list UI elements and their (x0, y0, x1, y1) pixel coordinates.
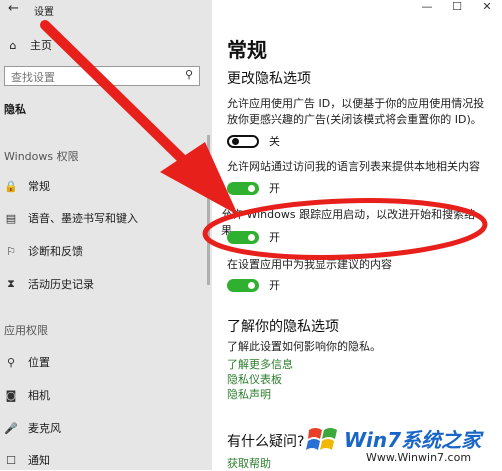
app-permissions-heading: 应用权限 (4, 324, 48, 337)
page-title: 常规 (227, 38, 267, 62)
sidebar-item-label: 常规 (28, 180, 50, 193)
search-icon[interactable]: ⚲ (185, 68, 193, 81)
windows-permissions-heading: Windows 权限 (4, 150, 79, 163)
toggle-knob (232, 137, 239, 145)
sidebar-item-home[interactable]: ⌂ 主页 (6, 37, 53, 53)
toggle-state-label: 开 (269, 182, 280, 195)
toggle-state-label: 关 (269, 135, 280, 148)
sidebar-item-label: 诊断和反馈 (28, 245, 83, 258)
section-heading-questions: 有什么疑问? (227, 434, 305, 450)
sidebar-item-diagnostics[interactable]: ⚐ 诊断和反馈 (4, 243, 83, 259)
setting-advertising-id: 关 (227, 133, 280, 149)
sidebar-item-label: 主页 (30, 39, 52, 52)
toggle-knob (248, 281, 255, 289)
setting-description-advertising-id: 允许应用使用广告 ID，以便基于你的应用使用情况投放你更感兴趣的广告(关闭该模式… (227, 97, 485, 126)
close-button[interactable]: ✕ (472, 0, 502, 14)
window-title: 设置 (34, 7, 54, 18)
sidebar-item-label: 语音、墨迹书写和键入 (28, 212, 138, 225)
minimize-button[interactable]: — (412, 0, 442, 14)
section-heading-know-privacy: 了解你的隐私选项 (227, 319, 339, 335)
settings-content: — ☐ ✕ 常规 更改隐私选项 允许应用使用广告 ID，以便基于你的应用使用情况… (212, 0, 502, 470)
setting-suggested-content: 开 (227, 277, 280, 293)
sidebar-item-microphone[interactable]: 🎤 麦克风 (4, 420, 61, 436)
lock-icon: 🔒 (4, 179, 18, 193)
sidebar-item-label: 通知 (28, 454, 50, 467)
window-controls: — ☐ ✕ (412, 0, 502, 14)
sidebar-item-label: 麦克风 (28, 422, 61, 435)
setting-app-launch-tracking: 开 (227, 229, 280, 245)
toggle-state-label: 开 (269, 231, 280, 244)
sidebar-item-label: 相机 (28, 389, 50, 402)
sidebar-item-activity-history[interactable]: ⧗ 活动历史记录 (4, 276, 94, 292)
home-icon: ⌂ (9, 38, 17, 52)
watermark: Win7系统之家 Www.Winwin7.com (300, 418, 500, 468)
sidebar-item-speech[interactable]: ▤ 语音、墨迹书写和键入 (4, 210, 138, 226)
setting-language-list: 开 (227, 180, 280, 196)
sidebar-item-location[interactable]: ⚲ 位置 (4, 354, 50, 370)
section-description: 了解此设置如何影响你的隐私。 (227, 340, 381, 353)
setting-description-suggested-content: 在设置应用中为我显示建议的内容 (227, 258, 392, 271)
section-heading-change-privacy: 更改隐私选项 (227, 71, 311, 87)
sidebar-scrollbar[interactable] (207, 135, 210, 285)
history-icon: ⧗ (7, 277, 15, 290)
learn-more-link[interactable]: 了解更多信息 (227, 356, 293, 372)
privacy-dashboard-link[interactable]: 隐私仪表板 (227, 371, 282, 387)
toggle-knob (248, 233, 255, 241)
watermark-url: Www.Winwin7.com (366, 451, 472, 464)
advertising-id-toggle[interactable] (227, 134, 259, 148)
search-placeholder: 查找设置 (11, 71, 55, 84)
watermark-brand: Win7系统之家 (344, 428, 482, 452)
current-section-title: 隐私 (4, 103, 26, 116)
suggested-content-toggle[interactable] (227, 278, 259, 292)
toggle-state-label: 开 (269, 279, 280, 292)
toggle-knob (248, 184, 255, 192)
document-icon: ▤ (5, 211, 17, 225)
camera-icon: ◙ (5, 388, 17, 402)
sidebar-item-general[interactable]: 🔒 常规 (4, 178, 50, 194)
sidebar-item-camera[interactable]: ◙ 相机 (4, 387, 50, 403)
microphone-icon: 🎤 (4, 421, 18, 435)
app-launch-tracking-toggle[interactable] (227, 230, 259, 244)
maximize-button[interactable]: ☐ (442, 0, 472, 14)
language-list-toggle[interactable] (227, 181, 259, 195)
get-help-link[interactable]: 获取帮助 (227, 455, 271, 471)
search-input[interactable]: 查找设置 ⚲ (4, 66, 200, 86)
sidebar-item-notifications[interactable]: ☐ 通知 (4, 452, 50, 468)
location-icon: ⚲ (6, 355, 16, 369)
privacy-statement-link[interactable]: 隐私声明 (227, 386, 271, 402)
sidebar-item-label: 活动历史记录 (28, 278, 94, 291)
setting-description-language-list: 允许网站通过访问我的语言列表来提供本地相关内容 (227, 160, 480, 173)
sidebar-item-label: 位置 (28, 356, 50, 369)
windows-logo-icon (306, 428, 337, 450)
feedback-icon: ⚐ (6, 244, 16, 258)
notification-icon: ☐ (6, 453, 16, 467)
back-arrow-icon[interactable]: ← (8, 1, 19, 16)
settings-sidebar: ← 设置 ⌂ 主页 查找设置 ⚲ 隐私 Windows 权限 🔒 常规 ▤ 语音… (0, 0, 212, 470)
